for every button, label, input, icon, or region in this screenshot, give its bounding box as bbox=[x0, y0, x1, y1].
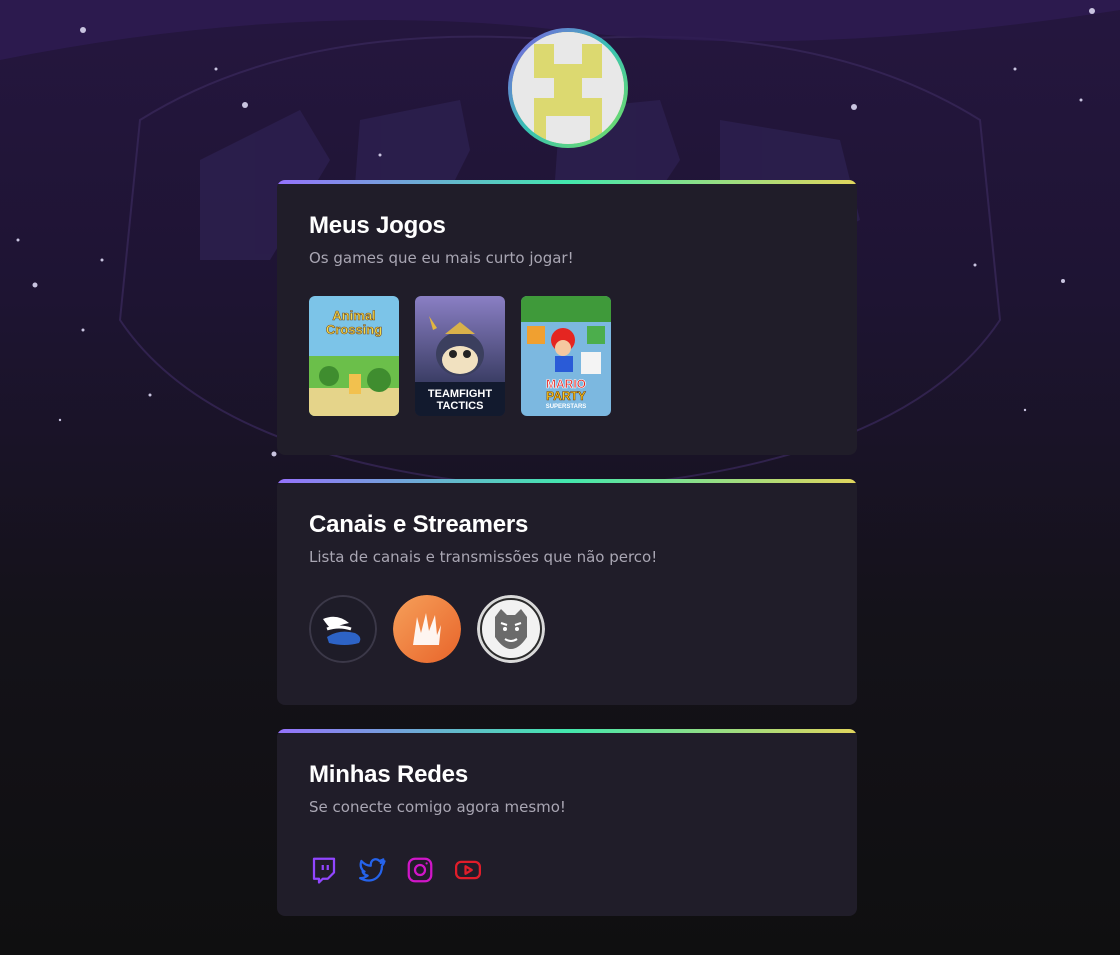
game-title-line2: TACTICS bbox=[437, 400, 484, 412]
games-title: Meus Jogos bbox=[309, 212, 446, 239]
social-card: Minhas Redes Se conecte comigo agora mes… bbox=[277, 729, 857, 916]
game-title-line2: Crossing bbox=[326, 322, 382, 337]
channels-list bbox=[309, 595, 825, 663]
instagram-link[interactable] bbox=[405, 855, 435, 885]
youtube-link[interactable] bbox=[453, 855, 483, 885]
game-title-line3: SUPERSTARS bbox=[546, 404, 587, 410]
orange-claw-logo-icon[interactable] bbox=[393, 595, 461, 663]
game-title-line1: Animal bbox=[332, 308, 375, 323]
profile-avatar bbox=[508, 28, 628, 148]
channels-subtitle: Lista de canais e transmissões que não p… bbox=[309, 548, 658, 566]
twitter-link[interactable] bbox=[357, 855, 387, 885]
game-cover-animal-crossing[interactable]: Animal Crossing bbox=[309, 296, 399, 416]
social-subtitle: Se conecte comigo agora mesmo! bbox=[309, 798, 566, 816]
twitch-link[interactable] bbox=[309, 855, 339, 885]
twitch-icon bbox=[312, 857, 336, 884]
twitter-icon bbox=[359, 858, 386, 882]
instagram-icon bbox=[407, 857, 433, 883]
youtube-icon bbox=[455, 860, 481, 880]
game-cover-teamfight-tactics[interactable]: TEAMFIGHT TACTICS bbox=[415, 296, 505, 416]
game-cover-mario-party[interactable]: MARIO PARTY SUPERSTARS bbox=[521, 296, 611, 416]
games-subtitle: Os games que eu mais curto jogar! bbox=[309, 249, 574, 267]
channels-title: Canais e Streamers bbox=[309, 511, 529, 538]
game-title-line1: TEAMFIGHT bbox=[428, 388, 492, 400]
social-title: Minhas Redes bbox=[309, 761, 468, 788]
winged-shoe-icon[interactable] bbox=[309, 595, 377, 663]
social-links bbox=[309, 855, 825, 885]
channels-card: Canais e Streamers Lista de canais e tra… bbox=[277, 479, 857, 705]
games-card: Meus Jogos Os games que eu mais curto jo… bbox=[277, 180, 857, 455]
games-list: Animal Crossing TEAMFIGHT TACTICS MARIO bbox=[309, 296, 825, 416]
pixel-smiley-avatar-icon bbox=[512, 32, 624, 144]
tiger-head-icon[interactable] bbox=[477, 595, 545, 663]
game-title-line2: PARTY bbox=[546, 389, 586, 403]
